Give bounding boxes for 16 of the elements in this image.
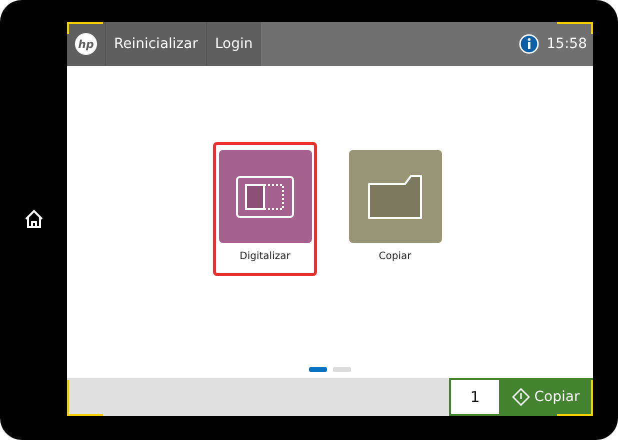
info-icon[interactable] [518, 34, 539, 54]
corner-marker [557, 22, 593, 34]
folder-icon [367, 174, 423, 220]
page-indicator[interactable] [309, 367, 327, 372]
copies-field[interactable]: 1 [449, 378, 499, 416]
corner-marker [67, 22, 103, 34]
clock-time: 15:58 [546, 36, 587, 52]
corner-marker [67, 380, 103, 416]
top-bar-button[interactable]: Reinicializar [105, 22, 206, 66]
copy-button[interactable]: Copiar [499, 378, 593, 416]
home-icon[interactable] [24, 209, 44, 229]
top-bar-button[interactable]: Login [206, 22, 261, 66]
app-tile[interactable]: Digitalizar [213, 142, 317, 276]
logo: hp [75, 33, 97, 55]
scan-icon [235, 174, 295, 218]
start-icon [512, 388, 530, 406]
